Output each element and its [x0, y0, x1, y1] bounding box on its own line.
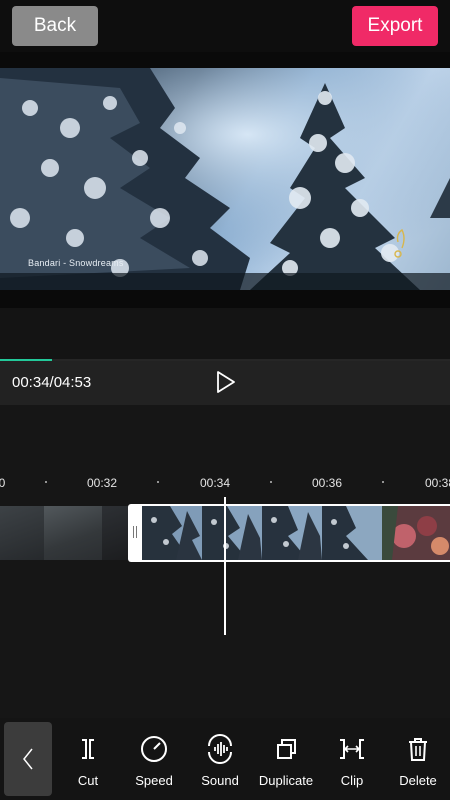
video-caption: Bandari - Snowdreams — [28, 258, 124, 268]
clip-icon — [340, 739, 364, 759]
clip-thumbnails — [142, 506, 450, 560]
clip-trim-handle[interactable] — [128, 504, 142, 562]
clip-thumbnail — [102, 506, 128, 560]
timecode: 00:34/04:53 — [12, 374, 92, 391]
trash-icon — [409, 738, 427, 761]
sound-wave-icon — [208, 734, 232, 764]
playhead[interactable] — [224, 497, 226, 635]
tick-label: 00:34 — [199, 476, 231, 490]
play-icon — [217, 371, 235, 393]
tool-label: Duplicate — [258, 773, 314, 788]
video-preview[interactable] — [0, 68, 450, 290]
video-frame-image — [0, 68, 450, 290]
duplicate-icon — [277, 739, 296, 759]
back-button[interactable]: Back — [12, 6, 98, 46]
tick-label: 0 — [0, 476, 6, 490]
previous-clip[interactable] — [0, 506, 128, 560]
tick-dot — [270, 481, 272, 483]
clip-thumbnail — [44, 506, 102, 560]
tool-cut[interactable]: Cut — [56, 734, 120, 794]
tick-dot — [157, 481, 159, 483]
tool-label: Cut — [77, 773, 99, 788]
selected-clip[interactable] — [142, 504, 450, 562]
tick-label: 00:38 — [424, 476, 450, 490]
tool-sound[interactable]: Sound — [188, 734, 252, 794]
tool-speed[interactable]: Speed — [122, 734, 186, 794]
tick-dot — [382, 481, 384, 483]
play-button[interactable] — [212, 369, 238, 395]
tick-label: 00:32 — [86, 476, 118, 490]
tick-dot — [45, 481, 47, 483]
export-button[interactable]: Export — [352, 6, 438, 46]
tool-duplicate[interactable]: Duplicate — [254, 734, 318, 794]
tick-label: 00:36 — [311, 476, 343, 490]
collapse-toolbar-button[interactable] — [4, 722, 52, 796]
preview-spacer — [0, 308, 450, 360]
chevron-left-icon — [23, 748, 33, 770]
tool-label: Sound — [201, 773, 239, 788]
tool-clip[interactable]: Clip — [320, 734, 384, 794]
tool-delete[interactable]: Delete — [386, 734, 450, 794]
speedometer-icon — [141, 736, 167, 762]
cut-icon — [82, 739, 94, 759]
tool-label: Delete — [399, 773, 437, 788]
tool-label: Clip — [340, 773, 364, 788]
tool-label: Speed — [135, 773, 173, 788]
clip-thumbnail — [0, 506, 44, 560]
